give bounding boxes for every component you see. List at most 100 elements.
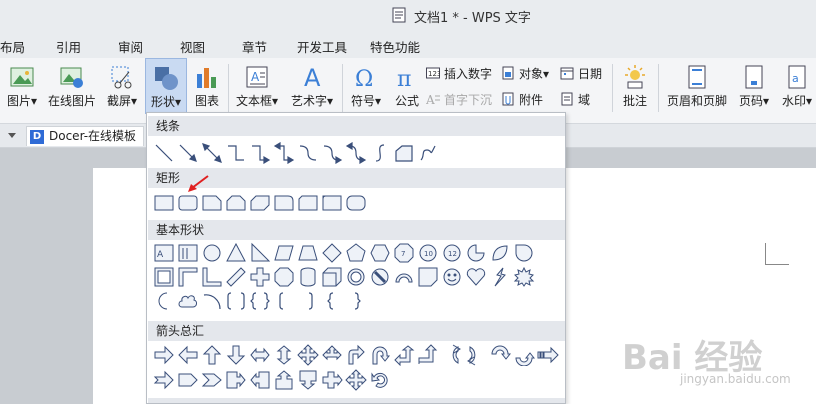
basic-shape-2-5[interactable] [249, 266, 271, 288]
tab-developer[interactable]: 开发工具 [297, 37, 347, 56]
textbox-button[interactable]: A 文本框▾ [231, 58, 283, 114]
block-arrow-1-8[interactable] [321, 344, 343, 366]
basic-shape-2-2[interactable] [177, 266, 199, 288]
block-arrow-2-3[interactable] [201, 369, 223, 391]
tab-special[interactable]: 特色功能 [370, 37, 420, 56]
online-picture-button[interactable]: 在线图片 [44, 58, 100, 114]
basic-shape-2-7[interactable] [297, 266, 319, 288]
docer-template-tab[interactable]: D Docer-在线模板 [26, 126, 144, 146]
block-arrow-1-5[interactable] [249, 344, 271, 366]
basic-shape-1-11[interactable]: 7 [393, 242, 415, 264]
block-arrow-1-13[interactable] [441, 344, 463, 366]
block-arrow-2-2[interactable] [177, 369, 199, 391]
block-arrow-1-15[interactable] [489, 344, 511, 366]
object-button[interactable]: 对象▾ [501, 65, 549, 83]
wordart-button[interactable]: A 艺术字▾ [286, 58, 338, 114]
basic-shape-1-9[interactable] [345, 242, 367, 264]
shape-button[interactable]: 形状▾ [145, 58, 187, 114]
rectangle-shape-5[interactable] [249, 192, 271, 214]
block-arrow-1-11[interactable] [393, 344, 415, 366]
tab-review[interactable]: 审阅 [118, 37, 143, 56]
basic-shape-3-2[interactable] [177, 290, 199, 312]
formula-button[interactable]: π 公式 [390, 58, 424, 114]
basic-shape-1-1[interactable]: A [153, 242, 175, 264]
basic-shape-1-12[interactable]: 10 [417, 242, 439, 264]
comment-button[interactable]: 批注 [616, 58, 654, 114]
block-arrow-1-6[interactable] [273, 344, 295, 366]
basic-shape-3-1[interactable] [153, 290, 175, 312]
basic-shape-2-15[interactable] [489, 266, 511, 288]
block-arrow-2-4[interactable] [225, 369, 247, 391]
tab-view[interactable]: 视图 [180, 37, 205, 56]
basic-shape-1-2[interactable] [177, 242, 199, 264]
line-shape-3[interactable] [201, 142, 223, 164]
block-arrow-1-3[interactable] [201, 344, 223, 366]
basic-shape-2-13[interactable] [441, 266, 463, 288]
basic-shape-2-9[interactable] [345, 266, 367, 288]
picture-button[interactable]: 图片▾ [2, 58, 42, 114]
page-number-button[interactable]: 页码▾ [734, 58, 774, 114]
line-shape-2[interactable] [177, 142, 199, 164]
block-arrow-1-14[interactable] [465, 344, 487, 366]
block-arrow-1-4[interactable] [225, 344, 247, 366]
field-button[interactable]: 域 [560, 91, 590, 109]
line-shape-7[interactable] [297, 142, 319, 164]
header-footer-button[interactable]: 页眉和页脚 [664, 58, 730, 114]
tab-section[interactable]: 章节 [242, 37, 267, 56]
line-shape-10[interactable] [369, 142, 391, 164]
line-shape-1[interactable] [153, 142, 175, 164]
basic-shape-3-8[interactable] [321, 290, 343, 312]
tab-references[interactable]: 引用 [56, 37, 81, 56]
rectangle-shape-4[interactable] [225, 192, 247, 214]
block-arrow-2-1[interactable] [153, 369, 175, 391]
chevron-down-icon[interactable] [8, 133, 16, 138]
line-shape-11[interactable] [393, 142, 415, 164]
basic-shape-2-12[interactable] [417, 266, 439, 288]
block-arrow-1-17[interactable] [537, 344, 559, 366]
block-arrow-1-16[interactable] [513, 344, 535, 366]
basic-shape-2-6[interactable] [273, 266, 295, 288]
block-arrow-2-9[interactable] [345, 369, 367, 391]
basic-shape-3-3[interactable] [201, 290, 223, 312]
basic-shape-3-7[interactable] [297, 290, 319, 312]
block-arrow-1-12[interactable] [417, 344, 439, 366]
rectangle-shape-7[interactable] [297, 192, 319, 214]
basic-shape-2-14[interactable] [465, 266, 487, 288]
basic-shape-1-7[interactable] [297, 242, 319, 264]
chart-button[interactable]: 图表 [190, 58, 224, 114]
rectangle-shape-8[interactable] [321, 192, 343, 214]
basic-shape-2-3[interactable] [201, 266, 223, 288]
rectangle-shape-1[interactable] [153, 192, 175, 214]
basic-shape-1-6[interactable] [273, 242, 295, 264]
basic-shape-1-4[interactable] [225, 242, 247, 264]
block-arrow-1-10[interactable] [369, 344, 391, 366]
rectangle-shape-2[interactable] [177, 192, 199, 214]
line-shape-5[interactable] [249, 142, 271, 164]
tab-layout[interactable]: 布局 [0, 37, 25, 56]
basic-shape-1-14[interactable] [465, 242, 487, 264]
rectangle-shape-3[interactable] [201, 192, 223, 214]
basic-shape-2-1[interactable] [153, 266, 175, 288]
block-arrow-2-6[interactable] [273, 369, 295, 391]
basic-shape-2-4[interactable] [225, 266, 247, 288]
block-arrow-1-1[interactable] [153, 344, 175, 366]
block-arrow-2-8[interactable] [321, 369, 343, 391]
screenshot-button[interactable]: 截屏▾ [102, 58, 142, 114]
line-shape-6[interactable] [273, 142, 295, 164]
basic-shape-1-13[interactable]: 12 [441, 242, 463, 264]
date-button[interactable]: 日期 [560, 65, 602, 83]
line-shape-9[interactable] [345, 142, 367, 164]
basic-shape-1-16[interactable] [513, 242, 535, 264]
basic-shape-2-16[interactable] [513, 266, 535, 288]
line-shape-12[interactable] [417, 142, 439, 164]
watermark-button[interactable]: a 水印▾ [778, 58, 816, 114]
block-arrow-2-5[interactable] [249, 369, 271, 391]
basic-shape-1-15[interactable] [489, 242, 511, 264]
block-arrow-2-7[interactable] [297, 369, 319, 391]
insert-number-button[interactable]: 123 插入数字 [426, 65, 492, 83]
basic-shape-1-10[interactable] [369, 242, 391, 264]
block-arrow-1-2[interactable] [177, 344, 199, 366]
block-arrow-1-9[interactable] [345, 344, 367, 366]
basic-shape-3-5[interactable] [249, 290, 271, 312]
attachment-button[interactable]: 附件 [501, 91, 543, 109]
